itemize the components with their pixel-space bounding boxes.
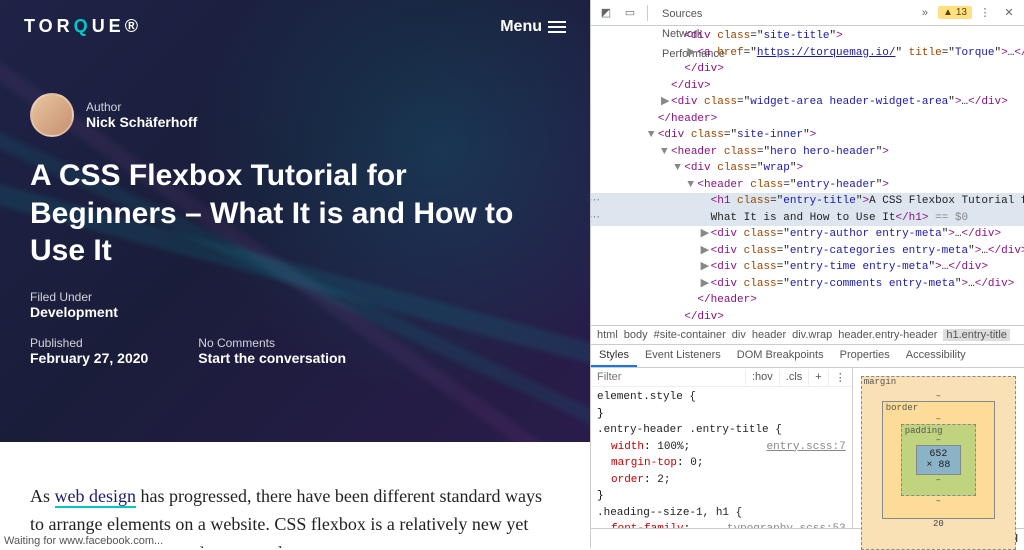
dom-breadcrumb[interactable]: html body #site-container div header div.wrap… [591,325,1024,344]
more-actions-icon[interactable]: ⋮ [828,369,852,386]
site-logo[interactable]: TORQUE® [24,16,142,37]
body-text: As [30,486,55,506]
published-label: Published [30,336,148,350]
filed-under-value[interactable]: Development [30,304,118,320]
styles-tab-styles[interactable]: Styles [591,345,637,367]
css-property[interactable]: order: 2; [597,472,846,489]
entry-title: A CSS Flexbox Tutorial for Beginners – W… [30,157,550,270]
devtools-panel: ◩ ▭ ElementsConsoleSourcesNetworkPerform… [590,0,1024,548]
dom-line[interactable]: ▼<header class="entry-header"> [591,177,1024,194]
topbar: TORQUE® Menu [0,0,590,53]
author-label: Author [86,100,197,114]
inspect-icon[interactable]: ◩ [595,2,617,24]
breadcrumb-item[interactable]: header [752,329,786,341]
dom-tree[interactable]: <div class="site-title"> ▶<a href="https… [591,26,1024,325]
author-name[interactable]: Nick Schäferhoff [86,114,197,130]
dom-line[interactable]: ▶<div class="widget-area header-widget-a… [591,94,1024,111]
page-viewport: TORQUE® Menu Author Nick Schäferhoff A C… [0,0,590,548]
styles-tab-accessibility[interactable]: Accessibility [898,345,974,367]
dom-line[interactable]: </header> [591,111,1024,128]
content-dimensions: 652 × 88 [916,445,961,475]
dom-line[interactable]: ▶<a href="https://torquemag.io/" title="… [591,45,1024,62]
devtools-tabs: ◩ ▭ ElementsConsoleSourcesNetworkPerform… [591,0,1024,26]
dom-line[interactable]: <div class="site-title"> [591,28,1024,45]
browser-status: Waiting for www.facebook.com... [0,534,167,548]
published-value: February 27, 2020 [30,350,148,366]
dom-line[interactable]: ▼<div class="wrap"> [591,160,1024,177]
add-rule-icon[interactable]: + [808,369,827,385]
border-label: border [886,403,918,413]
css-rule-selector[interactable]: element.style { [597,389,846,406]
dom-line[interactable]: </div> [591,78,1024,95]
breadcrumb-item[interactable]: header.entry-header [838,329,937,341]
breadcrumb-item[interactable]: div [732,329,746,341]
dom-line[interactable]: </div> [591,309,1024,326]
cls-toggle[interactable]: .cls [779,369,809,385]
dom-line[interactable]: ▶<div class="entry-categories entry-meta… [591,243,1024,260]
more-tabs-icon[interactable]: » [914,2,936,24]
dom-line[interactable]: <h1 class="entry-title">A CSS Flexbox Tu… [591,193,1024,210]
menu-button[interactable]: Menu [500,18,566,36]
hero-content: Author Nick Schäferhoff A CSS Flexbox Tu… [0,53,590,442]
dom-line[interactable]: </div> [591,61,1024,78]
margin-label: margin [864,377,896,387]
comments-link[interactable]: Start the conversation [198,350,346,366]
dom-line[interactable]: ▶<div class="entry-comments entry-meta">… [591,276,1024,293]
box-model[interactable]: margin – border – padding – 652 × 88 – [853,368,1024,528]
styles-tab-properties[interactable]: Properties [832,345,898,367]
css-rule-selector[interactable]: .heading--size-1, h1 {typography.scss:53 [597,505,846,522]
device-toggle-icon[interactable]: ▭ [619,2,641,24]
web-design-link[interactable]: web design [55,486,136,508]
dom-line[interactable]: What It is and How to Use It</h1> == $0 [591,210,1024,227]
css-rule-selector[interactable]: .entry-header .entry-title {entry.scss:7 [597,422,846,439]
dom-line[interactable]: ▼<header class="hero hero-header"> [591,144,1024,161]
logo-text: TOR [24,16,74,36]
tab-sources[interactable]: Sources [654,4,733,24]
css-rules[interactable]: element.style {}.entry-header .entry-tit… [591,387,852,528]
breadcrumb-item[interactable]: #site-container [654,329,726,341]
comments-label: No Comments [198,336,346,350]
styles-filter-input[interactable] [591,368,745,386]
padding-label: padding [905,426,943,436]
settings-icon[interactable]: ⋮ [974,2,996,24]
breadcrumb-item[interactable]: h1.entry-title [943,329,1010,341]
margin-bottom-value: 20 [882,519,995,529]
dom-line[interactable]: </header> [591,292,1024,309]
logo-q: Q [74,16,92,36]
logo-text: UE [92,16,125,36]
breadcrumb-item[interactable]: html [597,329,618,341]
styles-pane: :hov .cls + ⋮ element.style {}.entry-hea… [591,368,853,528]
dom-line[interactable]: ▶<div class="entry-time entry-meta">…</d… [591,259,1024,276]
hamburger-icon [548,21,566,33]
dom-line[interactable]: ▼<div class="site-inner"> [591,127,1024,144]
css-property[interactable]: margin-top: 0; [597,455,846,472]
warning-badge[interactable]: ▲ 13 [938,6,972,19]
styles-tab-event-listeners[interactable]: Event Listeners [637,345,729,367]
menu-label: Menu [500,18,542,36]
breadcrumb-item[interactable]: div.wrap [792,329,832,341]
styles-tabs: StylesEvent ListenersDOM BreakpointsProp… [591,344,1024,368]
close-icon[interactable]: ✕ [998,2,1020,24]
author-avatar[interactable] [30,93,74,137]
dom-line[interactable]: ▶<div class="entry-author entry-meta">…<… [591,226,1024,243]
filed-under-label: Filed Under [30,290,118,304]
hov-toggle[interactable]: :hov [745,369,779,385]
article-body: As web design has progressed, there have… [0,442,590,549]
styles-tab-dom-breakpoints[interactable]: DOM Breakpoints [729,345,832,367]
breadcrumb-item[interactable]: body [624,329,648,341]
